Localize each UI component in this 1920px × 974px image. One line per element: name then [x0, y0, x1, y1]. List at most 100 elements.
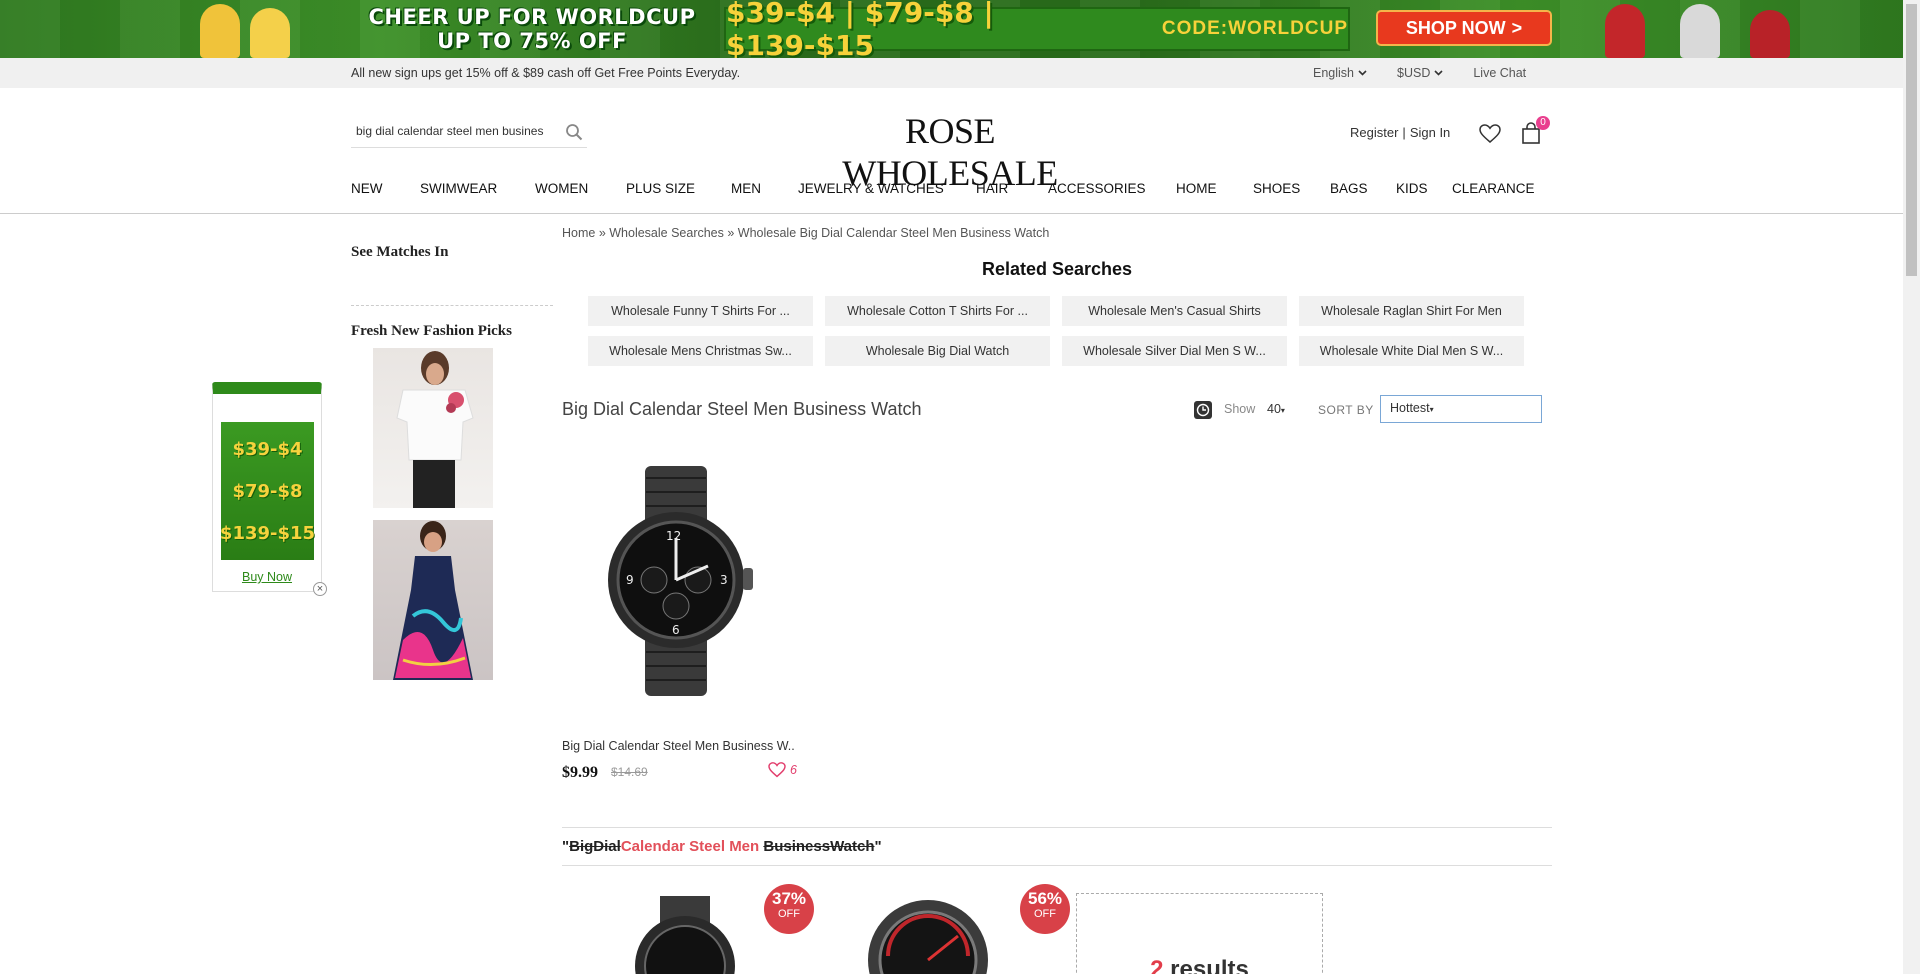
more-results-text: 2 results: [1077, 956, 1322, 974]
banner-player-image: [1680, 4, 1720, 58]
cart-count-badge: 0: [1536, 116, 1550, 130]
fresh-picks-heading: Fresh New Fashion Picks: [351, 323, 512, 339]
related-searches-grid: Wholesale Funny T Shirts For ... Wholesa…: [588, 296, 1524, 366]
sort-value: Hottest: [1390, 401, 1430, 415]
account-links: Register | Sign In: [1350, 125, 1450, 140]
nav-item-bags[interactable]: BAGS: [1330, 181, 1396, 196]
ad-notch: [261, 394, 273, 400]
svg-text:12: 12: [666, 529, 681, 543]
promo-banner[interactable]: CHEER UP FOR WORLDCUP UP TO 75% OFF $39-…: [0, 0, 1903, 58]
currency-selector[interactable]: $USD: [1397, 66, 1443, 80]
banner-headline-line1: CHEER UP FOR WORLDCUP: [368, 5, 696, 29]
struck-term-2: BusinessWatch: [763, 838, 875, 855]
results-heading: Big Dial Calendar Steel Men Business Wat…: [562, 399, 922, 419]
close-quote: ": [874, 838, 882, 855]
discount-badge: 56% OFF: [1020, 884, 1070, 934]
nav-item-women[interactable]: WOMEN: [535, 181, 626, 196]
banner-player-image: [1605, 4, 1645, 58]
live-chat-link[interactable]: Live Chat: [1473, 66, 1526, 80]
discount-percent: 56%: [1027, 889, 1063, 908]
related-searches-title: Related Searches: [981, 259, 1133, 279]
sidebar-divider: [351, 305, 553, 306]
matched-terms: Calendar Steel Men: [620, 838, 760, 855]
caret-down-icon: ▾: [1280, 406, 1285, 415]
language-label: English: [1313, 66, 1354, 80]
more-results-label: results: [1170, 956, 1249, 974]
floral-maxi-dress-image: [393, 521, 473, 680]
clock-icon[interactable]: [1194, 401, 1212, 419]
related-search-chip[interactable]: Wholesale Men's Casual Shirts: [1062, 296, 1287, 326]
sort-select[interactable]: Hottest▾: [1380, 395, 1542, 423]
nav-item-plus-size[interactable]: PLUS SIZE: [626, 181, 731, 196]
caret-down-icon: ▾: [1429, 405, 1434, 414]
fashion-pick-image[interactable]: [373, 348, 493, 508]
related-search-chip[interactable]: Wholesale Big Dial Watch: [825, 336, 1050, 366]
nav-item-men[interactable]: MEN: [731, 181, 798, 196]
nav-item-home[interactable]: HOME: [1176, 181, 1253, 196]
search-icon[interactable]: [565, 123, 583, 141]
chevron-right-icon: >: [1511, 17, 1523, 38]
ad-deal-2: $79-$8: [232, 480, 303, 502]
product-likes[interactable]: 6: [768, 762, 797, 778]
show-count-select[interactable]: 40▾: [1267, 402, 1285, 416]
sign-in-link[interactable]: Sign In: [1410, 125, 1450, 140]
banner-code: CODE:WORLDCUP: [1161, 18, 1348, 39]
main-nav: NEW SWIMWEAR WOMEN PLUS SIZE MEN JEWELRY…: [351, 181, 1535, 196]
floating-deal-ad[interactable]: $39-$4 $79-$8 $139-$15 Buy Now: [212, 382, 322, 592]
svg-text:3: 3: [720, 573, 728, 587]
banner-headline: CHEER UP FOR WORLDCUP UP TO 75% OFF: [362, 5, 702, 53]
product-price: $9.99: [562, 764, 598, 781]
utility-bar: All new sign ups get 15% off & $89 cash …: [0, 58, 1903, 88]
scrollbar-thumb[interactable]: [1906, 4, 1917, 276]
discount-off: OFF: [778, 908, 800, 920]
svg-text:6: 6: [672, 623, 680, 637]
product-image[interactable]: 12 9 3 6: [562, 456, 792, 706]
register-link[interactable]: Register: [1350, 125, 1398, 140]
search-input[interactable]: [356, 124, 562, 138]
chevron-down-icon: [1434, 70, 1443, 76]
related-search-chip[interactable]: Wholesale Raglan Shirt For Men: [1299, 296, 1524, 326]
more-results-count: 2: [1150, 956, 1164, 974]
banner-player-image: [1750, 10, 1790, 58]
nav-item-clearance[interactable]: CLEARANCE: [1452, 181, 1535, 196]
watch-product-image: 12 9 3 6: [608, 466, 753, 696]
suggested-product-image[interactable]: [848, 896, 1008, 974]
ad-deal-3: $139-$15: [219, 522, 316, 544]
nav-divider: [0, 213, 1903, 214]
ad-buy-now-link[interactable]: Buy Now: [213, 570, 321, 584]
nav-item-new[interactable]: NEW: [351, 181, 420, 196]
ad-deal-1: $39-$4: [232, 438, 303, 460]
more-results-box[interactable]: 2 results: [1076, 893, 1323, 974]
sort-by-label: SORT BY: [1318, 403, 1374, 417]
nav-item-kids[interactable]: KIDS: [1396, 181, 1452, 196]
product-name-link[interactable]: Big Dial Calendar Steel Men Business W..: [562, 739, 795, 753]
nav-item-accessories[interactable]: ACCESSORIES: [1048, 181, 1176, 196]
nav-item-hair[interactable]: HAIR: [976, 181, 1048, 196]
suggested-product-image[interactable]: [620, 896, 750, 974]
wishlist-heart-icon[interactable]: [1479, 124, 1501, 144]
cart-button[interactable]: 0: [1521, 116, 1550, 147]
nav-item-jewelry-watches[interactable]: JEWELRY & WATCHES: [798, 181, 976, 196]
like-count: 6: [790, 763, 797, 777]
watch-thumb-image: [868, 900, 988, 974]
language-selector[interactable]: English: [1313, 66, 1367, 80]
search-box: [351, 118, 587, 148]
related-search-chip[interactable]: Wholesale White Dial Men S W...: [1299, 336, 1524, 366]
fashion-pick-image[interactable]: [373, 520, 493, 680]
nav-item-swimwear[interactable]: SWIMWEAR: [420, 181, 535, 196]
related-search-chip[interactable]: Wholesale Silver Dial Men S W...: [1062, 336, 1287, 366]
nav-item-shoes[interactable]: SHOES: [1253, 181, 1330, 196]
signup-promo-text: All new sign ups get 15% off & $89 cash …: [351, 66, 741, 80]
related-search-chip[interactable]: Wholesale Mens Christmas Sw...: [588, 336, 813, 366]
close-icon[interactable]: ×: [313, 582, 327, 596]
discount-badge: 37% OFF: [764, 884, 814, 934]
discount-percent: 37%: [771, 889, 807, 908]
page-scrollbar[interactable]: [1903, 0, 1920, 974]
related-search-chip[interactable]: Wholesale Cotton T Shirts For ...: [825, 296, 1050, 326]
shop-now-button[interactable]: SHOP NOW >: [1376, 10, 1552, 46]
banner-code-box: $39-$4 | $79-$8 | $139-$15 CODE:WORLDCUP: [724, 0, 1350, 58]
product-original-price: $14.69: [611, 765, 648, 779]
see-matches-heading: See Matches In: [351, 244, 449, 260]
related-search-chip[interactable]: Wholesale Funny T Shirts For ...: [588, 296, 813, 326]
breadcrumb[interactable]: Home » Wholesale Searches » Wholesale Bi…: [562, 226, 1049, 240]
